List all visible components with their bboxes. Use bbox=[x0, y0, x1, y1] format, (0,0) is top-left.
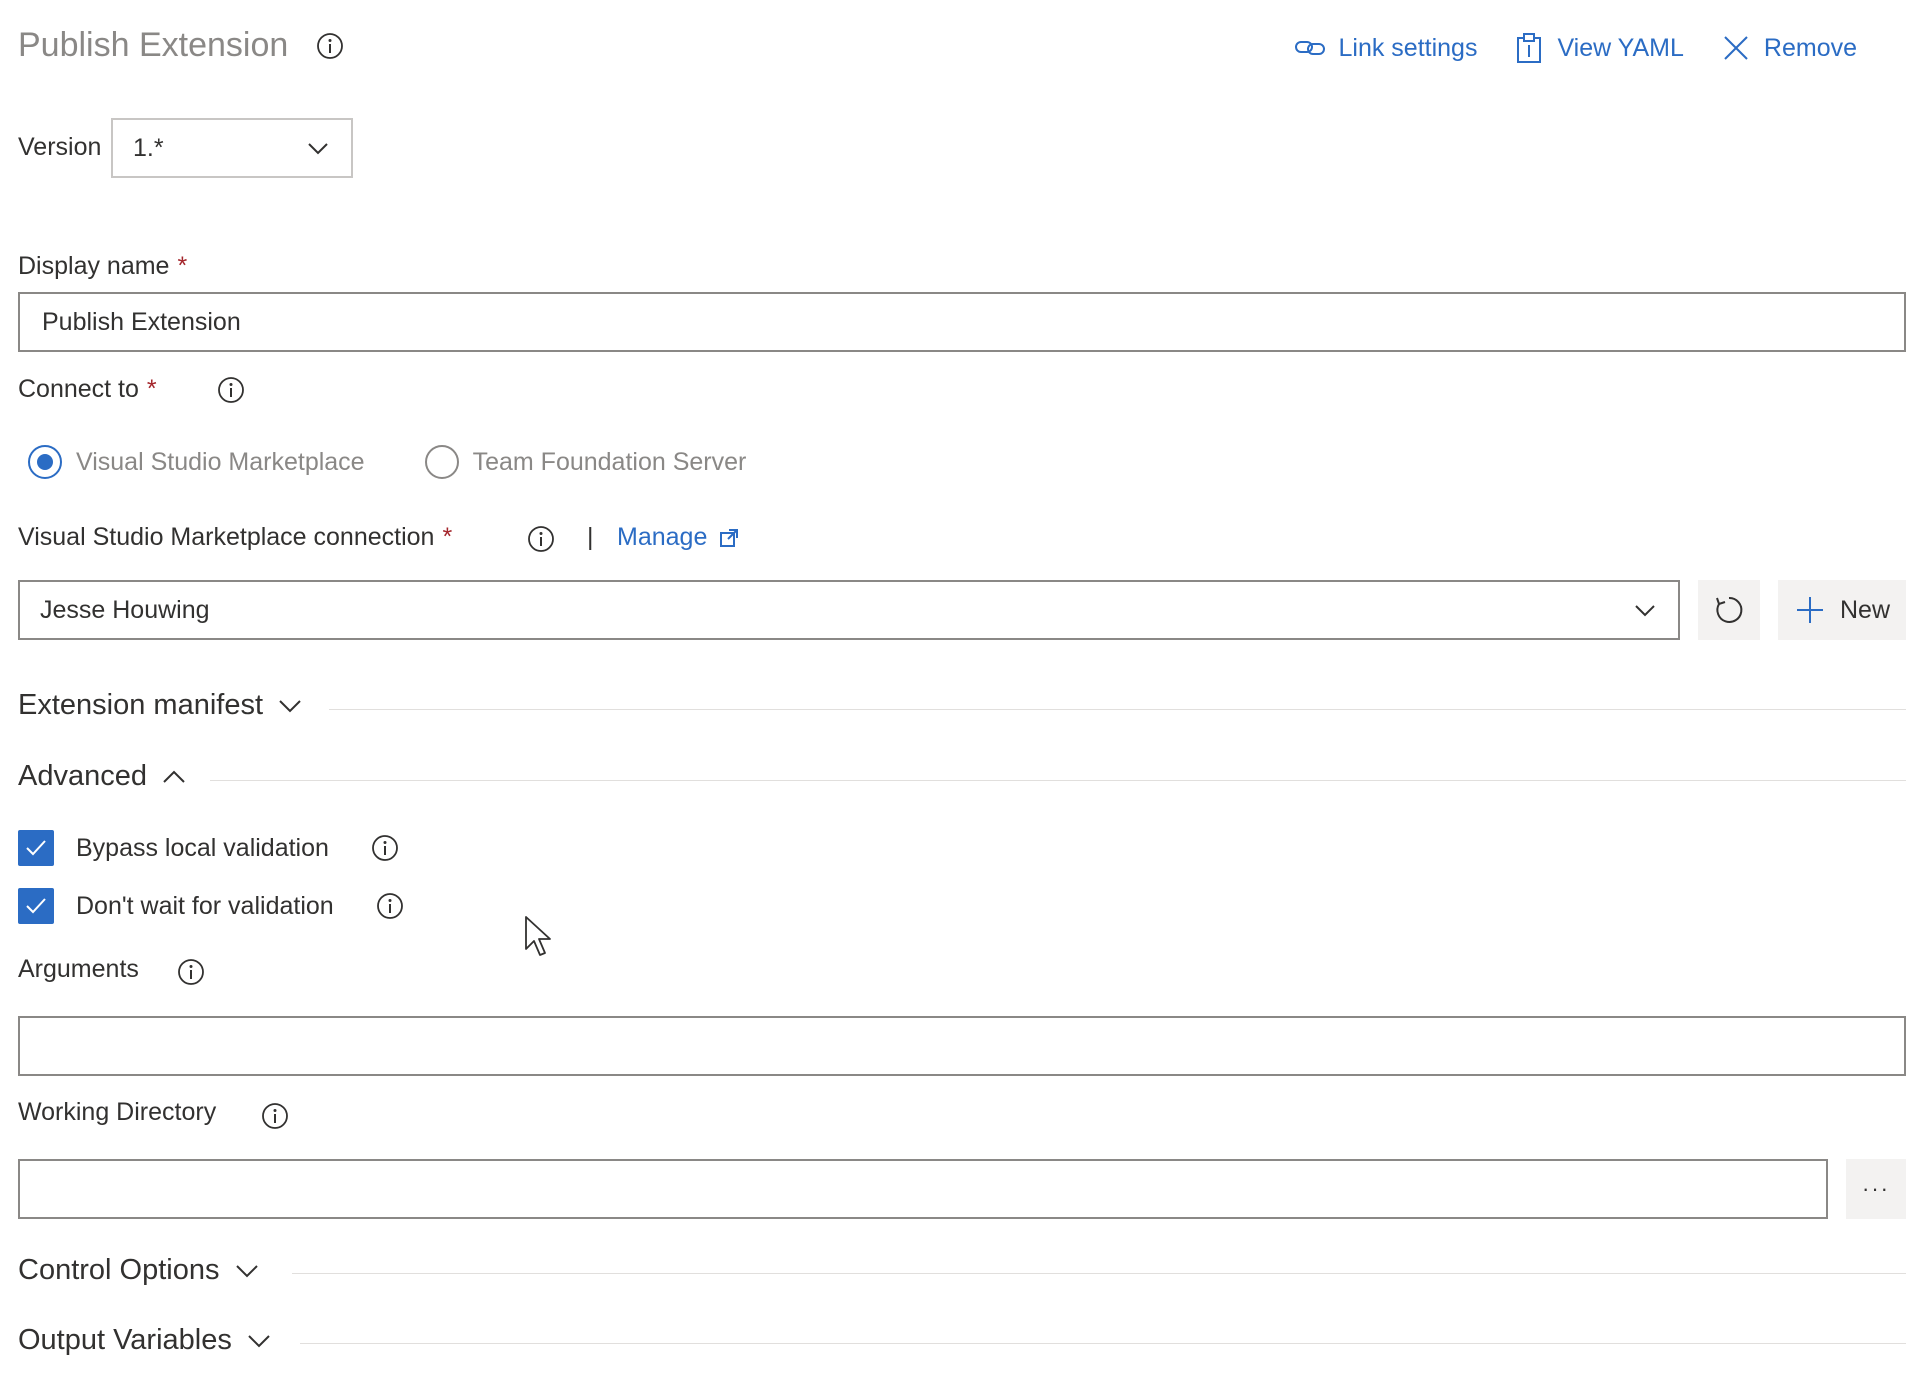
info-icon[interactable] bbox=[316, 32, 344, 60]
arguments-label: Arguments bbox=[18, 955, 139, 983]
view-yaml-label: View YAML bbox=[1557, 33, 1684, 62]
browse-button[interactable]: ··· bbox=[1846, 1159, 1906, 1219]
chevron-down-icon bbox=[234, 1258, 260, 1284]
new-connection-button[interactable]: New bbox=[1778, 580, 1906, 640]
section-divider bbox=[329, 709, 1906, 710]
info-icon[interactable] bbox=[261, 1102, 289, 1130]
header-actions: Link settings View YAML Remove bbox=[1294, 32, 1857, 64]
info-icon[interactable] bbox=[376, 892, 404, 920]
chevron-up-icon bbox=[161, 764, 187, 790]
marketplace-connection-label: Visual Studio Marketplace connection * bbox=[18, 523, 452, 552]
chevron-down-icon bbox=[246, 1328, 272, 1354]
remove-label: Remove bbox=[1763, 33, 1857, 62]
more-options-icon: ··· bbox=[1862, 1176, 1890, 1201]
marketplace-connection-label-text: Visual Studio Marketplace connection bbox=[18, 523, 435, 551]
version-value: 1.* bbox=[133, 133, 164, 162]
refresh-icon bbox=[1716, 596, 1743, 623]
chevron-down-icon bbox=[1632, 597, 1658, 623]
manage-link[interactable]: Manage bbox=[617, 523, 739, 552]
section-advanced[interactable]: Advanced bbox=[18, 760, 187, 793]
connect-to-label-text: Connect to bbox=[18, 375, 139, 403]
checkmark-icon bbox=[26, 840, 46, 856]
display-name-input[interactable] bbox=[18, 292, 1906, 352]
section-control-options[interactable]: Control Options bbox=[18, 1254, 260, 1287]
refresh-button[interactable] bbox=[1698, 580, 1760, 640]
info-icon[interactable] bbox=[371, 834, 399, 862]
radio-label: Visual Studio Marketplace bbox=[76, 447, 365, 476]
working-directory-label: Working Directory bbox=[18, 1098, 217, 1126]
section-title: Output Variables bbox=[18, 1324, 232, 1356]
view-yaml-button[interactable]: View YAML bbox=[1513, 32, 1684, 64]
marketplace-connection-select[interactable]: Jesse Houwing bbox=[18, 580, 1680, 640]
version-select[interactable]: 1.* bbox=[111, 118, 353, 178]
link-settings-button[interactable]: Link settings bbox=[1294, 32, 1477, 64]
arguments-input[interactable] bbox=[18, 1016, 1906, 1076]
header: Publish Extension bbox=[18, 26, 344, 65]
bypass-local-validation-checkbox[interactable] bbox=[18, 830, 54, 866]
bypass-local-validation-label: Bypass local validation bbox=[76, 833, 329, 862]
radio-team-foundation-server[interactable]: Team Foundation Server bbox=[424, 445, 747, 479]
link-icon bbox=[1295, 41, 1326, 55]
checkmark-icon bbox=[26, 898, 46, 914]
page-title: Publish Extension bbox=[18, 26, 289, 64]
section-divider bbox=[300, 1343, 1906, 1344]
radio-unchecked-indicator bbox=[424, 445, 459, 479]
dont-wait-for-validation-checkbox[interactable] bbox=[18, 888, 54, 924]
clipboard-icon bbox=[1517, 33, 1542, 63]
connect-to-label: Connect to * bbox=[18, 375, 157, 404]
section-output-variables[interactable]: Output Variables bbox=[18, 1324, 272, 1357]
info-icon[interactable] bbox=[217, 376, 245, 404]
chevron-down-icon bbox=[277, 693, 303, 719]
radio-dot bbox=[37, 454, 53, 470]
remove-button[interactable]: Remove bbox=[1720, 32, 1857, 64]
external-link-icon bbox=[720, 528, 739, 547]
new-label: New bbox=[1839, 595, 1890, 624]
section-divider bbox=[210, 780, 1906, 781]
link-settings-label: Link settings bbox=[1338, 33, 1478, 62]
marketplace-connection-value: Jesse Houwing bbox=[40, 595, 210, 624]
display-name-label: Display name * bbox=[18, 252, 187, 281]
section-extension-manifest[interactable]: Extension manifest bbox=[18, 689, 303, 722]
required-marker: * bbox=[442, 523, 453, 551]
close-icon bbox=[1724, 36, 1748, 60]
manage-label: Manage bbox=[617, 523, 708, 551]
chevron-down-icon bbox=[305, 135, 331, 161]
display-name-label-text: Display name bbox=[18, 252, 170, 280]
separator: | bbox=[587, 523, 594, 551]
info-icon[interactable] bbox=[177, 958, 205, 986]
working-directory-input[interactable] bbox=[18, 1159, 1828, 1219]
version-label: Version bbox=[18, 133, 102, 161]
info-icon[interactable] bbox=[527, 525, 555, 553]
radio-checked-indicator bbox=[28, 445, 62, 479]
plus-icon bbox=[1796, 597, 1823, 623]
section-title: Control Options bbox=[18, 1254, 220, 1286]
bypass-local-validation-row: Bypass local validation bbox=[18, 830, 399, 866]
radio-label: Team Foundation Server bbox=[472, 447, 747, 476]
section-title: Advanced bbox=[18, 760, 147, 792]
required-marker: * bbox=[177, 252, 188, 280]
required-marker: * bbox=[146, 375, 157, 403]
section-divider bbox=[292, 1273, 1906, 1274]
mouse-cursor-icon bbox=[525, 916, 551, 956]
dont-wait-for-validation-row: Don't wait for validation bbox=[18, 888, 404, 924]
connect-to-radio-group: Visual Studio Marketplace Team Foundatio… bbox=[28, 445, 746, 479]
section-title: Extension manifest bbox=[18, 689, 264, 721]
dont-wait-for-validation-label: Don't wait for validation bbox=[76, 891, 334, 920]
radio-visual-studio-marketplace[interactable]: Visual Studio Marketplace bbox=[28, 445, 365, 479]
